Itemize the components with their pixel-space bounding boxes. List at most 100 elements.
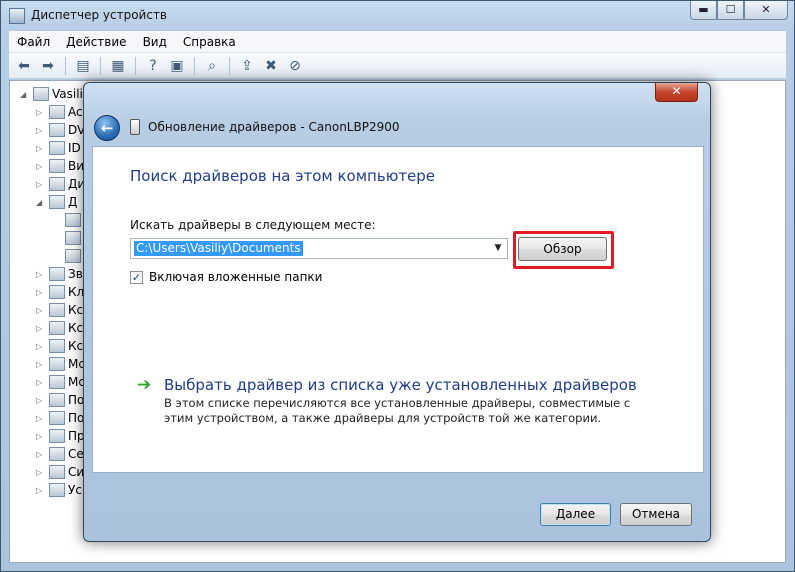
path-combobox[interactable]: C:\Users\Vasiliy\Documents ▼ xyxy=(130,238,508,259)
device-category-icon xyxy=(49,159,65,173)
tree-expander-icon[interactable]: ▷ xyxy=(36,360,46,369)
tree-expander-icon[interactable]: ▷ xyxy=(36,288,46,297)
tree-expander-icon[interactable]: ▷ xyxy=(36,468,46,477)
device-category-icon xyxy=(49,123,65,137)
show-hide-tree-icon[interactable]: ▤ xyxy=(72,56,94,76)
properties-icon[interactable]: ▦ xyxy=(107,56,129,76)
tree-expander-icon[interactable]: ▷ xyxy=(36,414,46,423)
tree-item[interactable]: ▷ Кл xyxy=(36,283,84,301)
tree-item[interactable]: ▷ ID xyxy=(36,139,81,157)
forward-arrow-icon[interactable]: ➡ xyxy=(37,56,59,76)
menu-bar: Файл Действие Вид Справка xyxy=(9,31,786,53)
tree-expander-icon[interactable]: ▷ xyxy=(36,396,46,405)
tree-item[interactable]: ▷ Ус xyxy=(36,481,82,499)
device-category-icon xyxy=(49,357,65,371)
tree-item[interactable]: ▷ Се xyxy=(36,445,84,463)
minimize-button[interactable]: ▬ xyxy=(690,1,717,20)
back-button[interactable]: ← xyxy=(94,115,120,141)
tree-expander-icon[interactable]: ▷ xyxy=(36,306,46,315)
tree-item-label: Си xyxy=(68,465,85,479)
tree-item[interactable]: ▷ Ди xyxy=(36,175,85,193)
device-category-icon xyxy=(49,393,65,407)
tree-expander-icon[interactable]: ▷ xyxy=(36,144,46,153)
tree-item[interactable] xyxy=(52,211,84,229)
tree-item[interactable]: ▷ Зв xyxy=(36,265,83,283)
browse-button[interactable]: Обзор xyxy=(518,237,607,261)
tree-expander-icon[interactable]: ◢ xyxy=(20,90,30,99)
tree-item-label: Кс xyxy=(68,339,84,353)
disable-device-icon[interactable]: ⊘ xyxy=(284,56,306,76)
pick-driver-link[interactable]: Выбрать драйвер из списка уже установлен… xyxy=(164,376,637,394)
device-category-icon xyxy=(65,249,81,263)
dropdown-arrow-icon[interactable]: ▼ xyxy=(491,241,505,256)
tree-item[interactable]: ▷ Ac xyxy=(36,103,83,121)
tree-expander-icon[interactable]: ▷ xyxy=(36,126,46,135)
toolbar-separator xyxy=(229,56,230,75)
tree-expander-icon[interactable]: ▷ xyxy=(36,378,46,387)
toolbar-separator xyxy=(65,56,66,75)
menu-help[interactable]: Справка xyxy=(175,35,244,49)
scan-hardware-icon[interactable]: ⌕ xyxy=(201,56,223,76)
dialog-title: Обновление драйверов - CanonLBP2900 xyxy=(148,120,400,134)
back-arrow-icon[interactable]: ⬅ xyxy=(13,56,35,76)
device-category-icon xyxy=(49,267,65,281)
menu-file[interactable]: Файл xyxy=(9,35,58,49)
update-driver-icon[interactable]: ⇪ xyxy=(236,56,258,76)
tree-item[interactable]: ▷ DV xyxy=(36,121,85,139)
tree-expander-icon[interactable]: ▷ xyxy=(36,162,46,171)
device-category-icon xyxy=(49,339,65,353)
tree-expander-icon[interactable]: ▷ xyxy=(36,108,46,117)
include-subfolders-checkbox[interactable]: ✓ xyxy=(130,271,143,284)
tree-item[interactable]: ▷ По xyxy=(36,409,84,427)
tree-item[interactable]: ▷ Кс xyxy=(36,319,83,337)
view-icon[interactable]: ▣ xyxy=(166,56,188,76)
tree-item[interactable] xyxy=(52,247,84,265)
menu-action[interactable]: Действие xyxy=(58,35,134,49)
maximize-button[interactable]: ☐ xyxy=(717,1,744,20)
tree-item[interactable]: ▷ Мс xyxy=(36,355,85,373)
help-icon[interactable]: ? xyxy=(142,56,164,76)
tree-item[interactable]: ◢ Vasiliy xyxy=(20,85,90,103)
tree-expander-icon[interactable]: ▷ xyxy=(36,450,46,459)
menu-view[interactable]: Вид xyxy=(135,35,175,49)
tree-item-label: По xyxy=(68,411,85,425)
tree-item-label: По xyxy=(68,393,85,407)
tree-item[interactable] xyxy=(52,229,84,247)
tree-expander-icon[interactable]: ◢ xyxy=(36,198,46,207)
close-button[interactable]: ✕ xyxy=(744,1,788,20)
device-icon xyxy=(130,119,140,135)
dialog-close-button[interactable]: ✕ xyxy=(655,83,698,102)
tree-item[interactable]: ▷ Мс xyxy=(36,373,85,391)
tree-expander-icon[interactable]: ▷ xyxy=(36,342,46,351)
tree-expander-icon[interactable]: ▷ xyxy=(36,432,46,441)
green-arrow-icon: ➔ xyxy=(137,375,152,395)
tree-expander-icon[interactable]: ▷ xyxy=(36,324,46,333)
tree-item[interactable]: ▷ Ви xyxy=(36,157,84,175)
tree-item[interactable]: ◢ Д xyxy=(36,193,77,211)
device-category-icon xyxy=(49,447,65,461)
device-category-icon xyxy=(49,429,65,443)
next-button[interactable]: Далее xyxy=(540,503,611,526)
device-category-icon xyxy=(49,303,65,317)
tree-item[interactable]: ▷ Пр xyxy=(36,427,85,445)
tree-item[interactable]: ▷ По xyxy=(36,391,84,409)
device-category-icon xyxy=(49,411,65,425)
path-input-value[interactable]: C:\Users\Vasiliy\Documents xyxy=(134,241,303,256)
tree-item-label: Кл xyxy=(68,285,85,299)
tree-expander-icon[interactable]: ▷ xyxy=(36,486,46,495)
tree-item[interactable]: ▷ Си xyxy=(36,463,84,481)
tree-item-label: Д xyxy=(68,195,78,209)
title-bar[interactable]: Диспетчер устройств ▬ ☐ ✕ xyxy=(1,1,794,31)
uninstall-icon[interactable]: ✖ xyxy=(260,56,282,76)
device-manager-icon xyxy=(9,8,25,24)
pick-driver-description: В этом списке перечисляются все установл… xyxy=(164,396,631,425)
tree-expander-icon[interactable]: ▷ xyxy=(36,270,46,279)
device-category-icon xyxy=(49,285,65,299)
include-subfolders-label[interactable]: Включая вложенные папки xyxy=(149,270,322,284)
tree-item[interactable]: ▷ Кс xyxy=(36,301,83,319)
tree-item-label: Ви xyxy=(68,159,85,173)
tree-expander-icon[interactable]: ▷ xyxy=(36,180,46,189)
toolbar: ⬅ ➡ ▤ ▦ ? ▣ ⌕ ⇪ ✖ ⊘ xyxy=(9,53,786,79)
tree-item[interactable]: ▷ Кс xyxy=(36,337,83,355)
cancel-button[interactable]: Отмена xyxy=(620,503,692,526)
